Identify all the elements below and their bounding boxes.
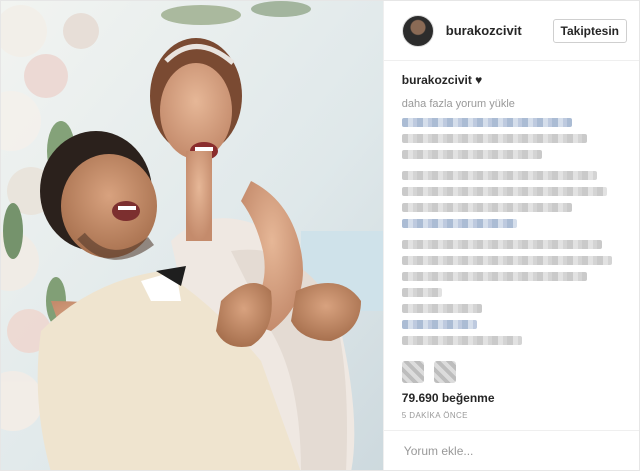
heart-icon[interactable] xyxy=(401,361,424,383)
blurred-comment xyxy=(401,150,542,159)
caption-text: ♥ xyxy=(475,73,483,87)
blurred-comments xyxy=(401,118,621,345)
avatar[interactable] xyxy=(401,14,434,47)
caption-username[interactable]: burakozcivit xyxy=(402,73,472,87)
post-actions xyxy=(384,361,639,383)
blurred-comment xyxy=(401,118,572,127)
load-more-comments-link[interactable]: daha fazla yorum yükle xyxy=(402,98,621,110)
blurred-comment xyxy=(401,219,517,228)
blurred-comment xyxy=(401,171,597,180)
post-photo[interactable] xyxy=(1,1,383,470)
post-sidebar: burakozcivit Takiptesin burakozcivit ♥ d… xyxy=(382,1,639,470)
post-header: burakozcivit Takiptesin xyxy=(383,1,639,61)
blurred-comment xyxy=(401,256,612,265)
blurred-comment xyxy=(401,304,482,313)
blurred-comment xyxy=(401,203,572,212)
post-timestamp: 5 DAKİKA ÖNCE xyxy=(401,411,468,420)
comment-icon[interactable] xyxy=(433,361,456,383)
blurred-comment xyxy=(401,240,602,249)
blurred-comment xyxy=(401,187,607,196)
blurred-comment xyxy=(401,288,442,297)
blurred-comment xyxy=(401,336,522,345)
blurred-comment xyxy=(401,272,587,281)
blurred-comment xyxy=(401,320,477,329)
following-button[interactable]: Takiptesin xyxy=(552,18,627,43)
instagram-post: burakozcivit Takiptesin burakozcivit ♥ d… xyxy=(0,0,640,471)
caption: burakozcivit ♥ xyxy=(402,73,621,87)
header-username[interactable]: burakozcivit xyxy=(446,23,553,38)
comment-input[interactable] xyxy=(401,442,621,459)
add-comment-bar xyxy=(383,430,639,470)
blurred-comment xyxy=(401,134,587,143)
like-count[interactable]: 79.690 beğenme xyxy=(384,391,639,405)
comments-section: burakozcivit ♥ daha fazla yorum yükle xyxy=(384,61,639,357)
wedding-photo-illustration xyxy=(1,1,383,470)
